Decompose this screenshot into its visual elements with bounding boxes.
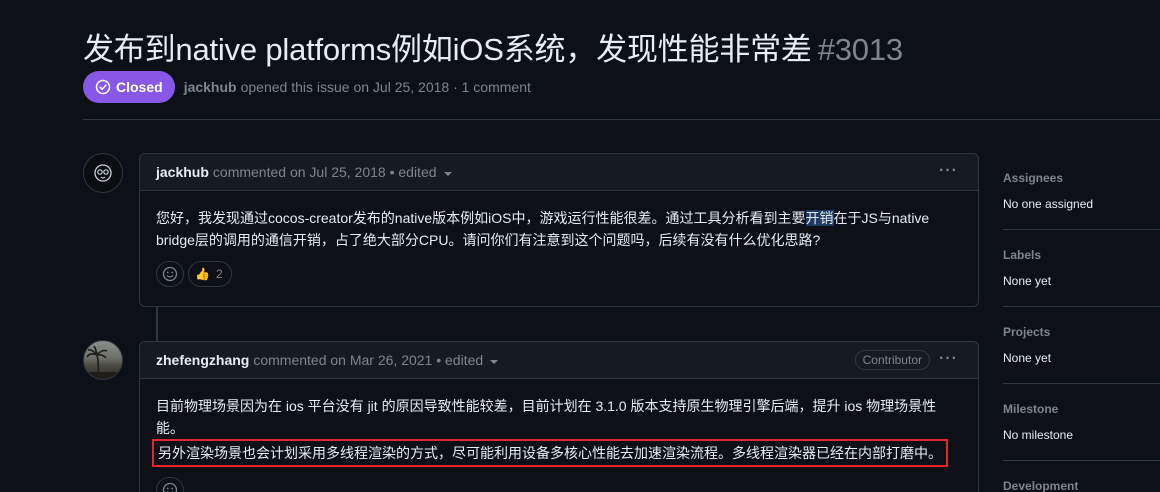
sidebar-divider	[1003, 383, 1160, 384]
issue-opened-text: opened this issue on Jul 25, 2018 · 1 co…	[240, 79, 531, 95]
comment-body: 您好，我发现通过cocos-creator发布的native版本例如iOS中，游…	[140, 191, 978, 251]
contributor-badge: Contributor	[854, 350, 930, 370]
reactions-row: 👍 2	[140, 251, 978, 287]
comment-2: zhefengzhang commented on Mar 26, 2021 •…	[139, 341, 979, 492]
reactions-row	[140, 467, 978, 492]
highlighted-paragraph: 另外渲染场景也会计划采用多线程渲染的方式，尽可能利用设备多核心性能去加速渲染流程…	[152, 439, 948, 467]
projects-label[interactable]: Projects	[1003, 325, 1160, 339]
smiley-icon	[162, 482, 178, 492]
milestone-label[interactable]: Milestone	[1003, 402, 1160, 416]
edit-history-caret-icon[interactable]	[490, 359, 499, 364]
issue-title: 发布到native platforms例如iOS系统，发现性能非常差 #3013	[83, 24, 903, 69]
sidebar-divider	[1003, 306, 1160, 307]
edit-history-caret-icon[interactable]	[443, 171, 452, 176]
issue-meta: Closed jackhub opened this issue on Jul …	[83, 71, 531, 103]
issue-number: #3013	[817, 32, 903, 67]
sidebar-milestone: Milestone No milestone	[1003, 402, 1160, 442]
comment-1: jackhub commented on Jul 25, 2018 • edit…	[139, 153, 979, 307]
header-divider	[83, 119, 1160, 120]
reaction-count: 2	[215, 267, 223, 281]
comment-meta[interactable]: commented on Jul 25, 2018 • edited	[213, 164, 437, 180]
owl-avatar-icon	[94, 164, 112, 182]
timeline-connector	[156, 306, 158, 342]
avatar-jackhub[interactable]	[83, 153, 123, 193]
comment-author[interactable]: zhefengzhang	[156, 352, 249, 368]
projects-value: None yet	[1003, 351, 1052, 365]
sidebar-divider	[1003, 460, 1160, 461]
comment-header: jackhub commented on Jul 25, 2018 • edit…	[140, 154, 978, 191]
comment-header: zhefengzhang commented on Mar 26, 2021 •…	[140, 342, 978, 379]
comment-body: 目前物理场景因为在 ios 平台没有 jit 的原因导致性能较差，目前计划在 3…	[140, 379, 978, 467]
issue-title-text: 发布到native platforms例如iOS系统，发现性能非常差	[83, 32, 812, 67]
development-label[interactable]: Development	[1003, 479, 1160, 492]
assignees-value: No one assigned	[1003, 197, 1094, 211]
thumbs-up-reaction[interactable]: 👍 2	[188, 261, 232, 287]
sidebar-assignees: Assignees No one assigned	[1003, 171, 1160, 211]
comment-paragraph-1: 目前物理场景因为在 ios 平台没有 jit 的原因导致性能较差，目前计划在 3…	[156, 398, 937, 436]
comment-options-icon[interactable]: ···	[939, 350, 958, 368]
comment-text-selection: 开销	[805, 210, 834, 226]
comment-text-part1: 您好，我发现通过cocos-creator发布的native版本例如iOS中，游…	[156, 210, 806, 226]
assignees-label[interactable]: Assignees	[1003, 171, 1160, 185]
avatar-zhefengzhang[interactable]	[83, 340, 123, 380]
comment-options-icon[interactable]: ···	[939, 162, 958, 180]
add-reaction-button[interactable]	[156, 477, 184, 492]
add-reaction-button[interactable]	[156, 261, 184, 287]
status-badge: Closed	[83, 71, 175, 103]
labels-value: None yet	[1003, 274, 1052, 288]
sidebar-labels: Labels None yet	[1003, 248, 1160, 288]
sidebar-projects: Projects None yet	[1003, 325, 1160, 365]
sidebar-divider	[1003, 229, 1160, 230]
milestone-value: No milestone	[1003, 428, 1074, 442]
status-badge-label: Closed	[116, 79, 163, 95]
palm-tree-avatar-icon	[84, 345, 122, 379]
comment-author[interactable]: jackhub	[156, 164, 209, 180]
closed-check-icon	[95, 79, 111, 95]
labels-label[interactable]: Labels	[1003, 248, 1160, 262]
comment-meta[interactable]: commented on Mar 26, 2021 • edited	[253, 352, 483, 368]
sidebar-development: Development	[1003, 479, 1160, 492]
thumbs-up-icon: 👍	[195, 267, 210, 281]
issue-author-link[interactable]: jackhub	[184, 79, 237, 95]
smiley-icon	[162, 266, 178, 282]
